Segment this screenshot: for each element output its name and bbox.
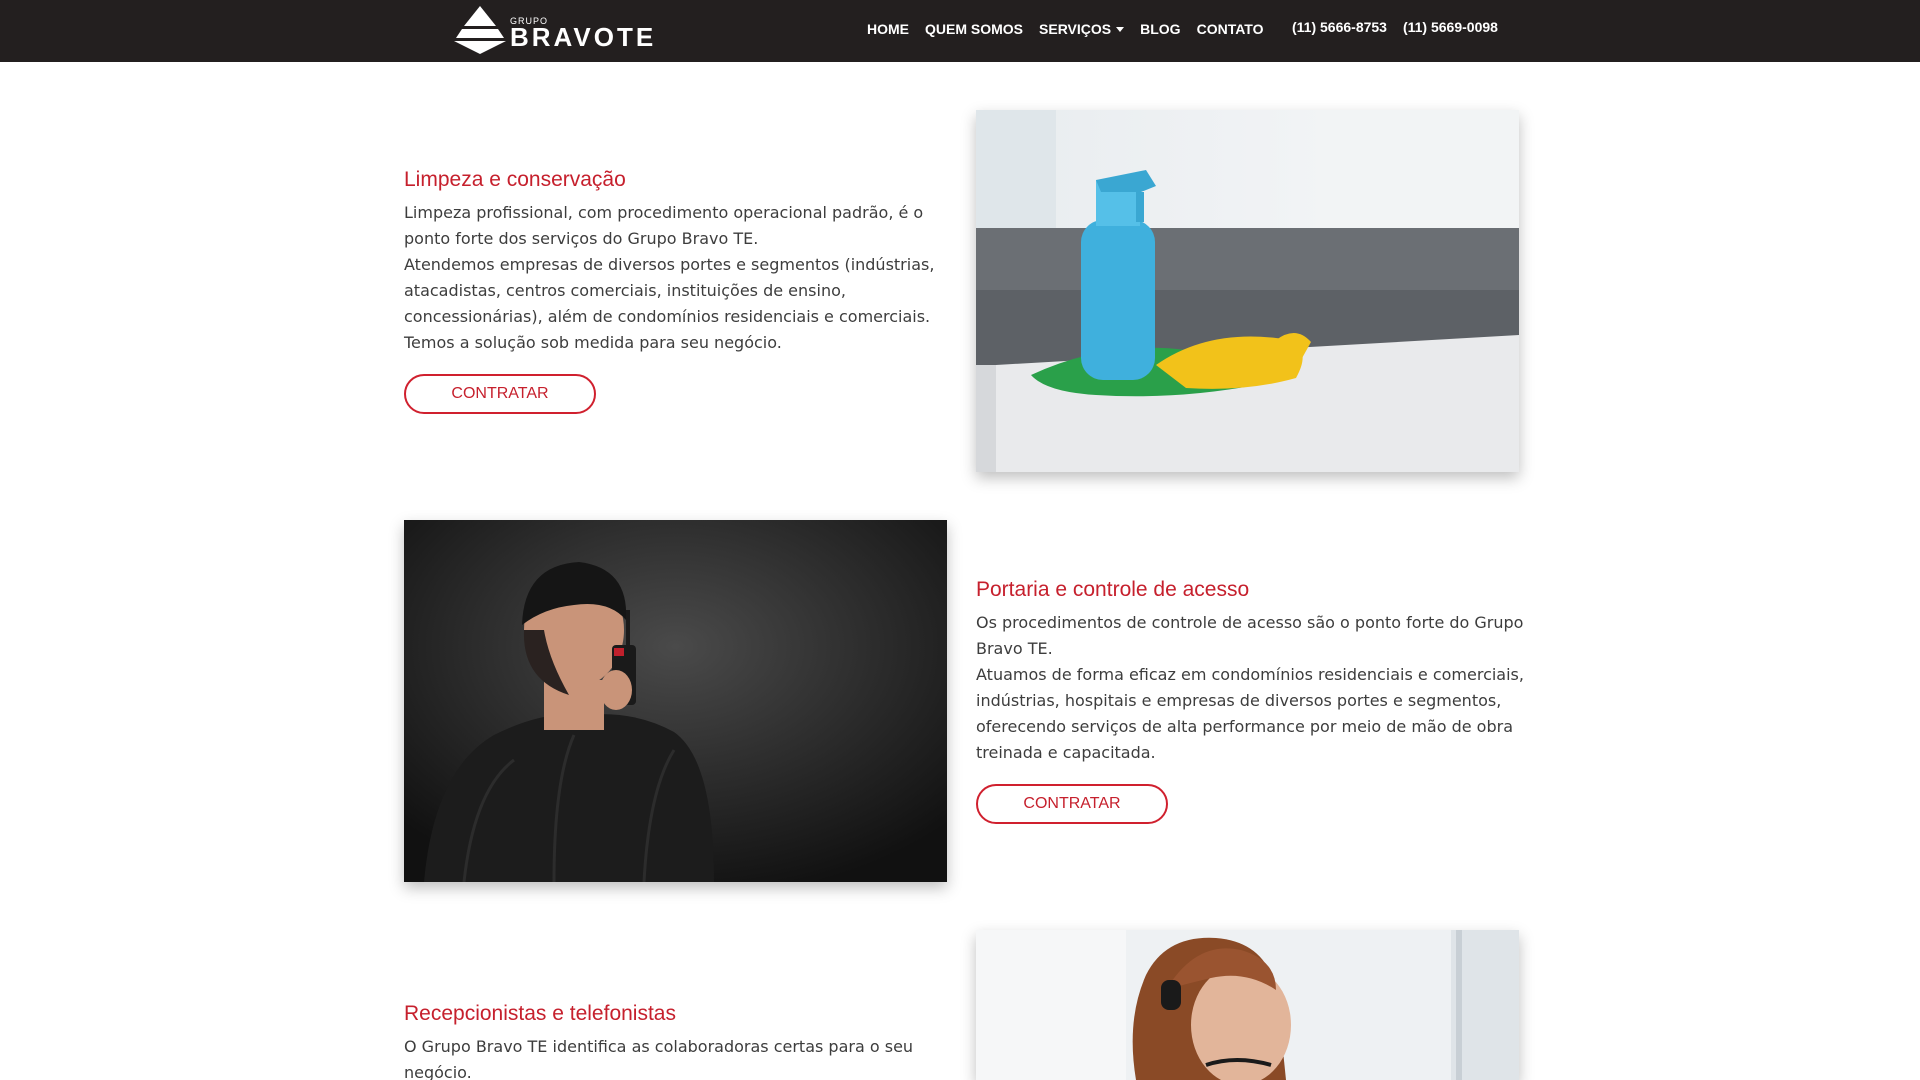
service-description: Os procedimentos de controle de acesso s… <box>976 610 1536 766</box>
headset-receptionist-photo-icon <box>976 930 1519 1080</box>
service-paragraph: Limpeza profissional, com procedimento o… <box>404 203 924 248</box>
service-paragraph: O Grupo Bravo TE identifica as colaborad… <box>404 1037 914 1080</box>
phone-number[interactable]: (11) 5666-8753 <box>1292 19 1387 35</box>
nav-contato[interactable]: CONTATO <box>1197 21 1264 37</box>
service-paragraph: Temos a solução sob medida para seu negó… <box>404 333 782 352</box>
contratar-button[interactable]: CONTRATAR <box>404 374 596 414</box>
receptionist-photo <box>976 930 1519 1080</box>
service-title: Limpeza e conservação <box>404 168 626 191</box>
spray-bottle-photo-icon <box>976 110 1519 472</box>
guard-radio-photo-icon <box>404 520 947 882</box>
service-paragraph: Atuamos de forma eficaz em condomínios r… <box>976 665 1524 762</box>
service-title: Portaria e controle de acesso <box>976 578 1250 601</box>
pyramid-logo-icon <box>454 6 506 54</box>
nav-home[interactable]: HOME <box>867 21 909 37</box>
security-guard-photo <box>404 520 947 882</box>
service-description: O Grupo Bravo TE identifica as colaborad… <box>404 1034 964 1080</box>
cleaning-photo <box>976 110 1519 472</box>
contratar-button[interactable]: CONTRATAR <box>976 784 1168 824</box>
phone-number[interactable]: (11) 5669-0098 <box>1403 19 1498 35</box>
nav-servicos[interactable]: SERVIÇOS <box>1039 21 1125 37</box>
main-nav: HOME QUEM SOMOS SERVIÇOS BLOG CONTATO <box>867 19 1279 39</box>
service-title: Recepcionistas e telefonistas <box>404 1002 676 1025</box>
logo[interactable]: GRUPO BRAVOTE <box>452 4 662 56</box>
phone-numbers: (11) 5666-8753 (11) 5669-0098 <box>1292 19 1514 35</box>
site-header: GRUPO BRAVOTE HOME QUEM SOMOS SERVIÇOS B… <box>0 0 1920 62</box>
service-paragraph: Os procedimentos de controle de acesso s… <box>976 613 1524 658</box>
nav-blog[interactable]: BLOG <box>1140 21 1180 37</box>
service-description: Limpeza profissional, com procedimento o… <box>404 200 964 356</box>
caret-down-icon <box>1116 26 1125 32</box>
service-paragraph: Atendemos empresas de diversos portes e … <box>404 255 935 326</box>
nav-quem-somos[interactable]: QUEM SOMOS <box>925 21 1023 37</box>
nav-servicos-label: SERVIÇOS <box>1039 21 1112 37</box>
logo-wordmark: BRAVOTE <box>510 22 657 52</box>
